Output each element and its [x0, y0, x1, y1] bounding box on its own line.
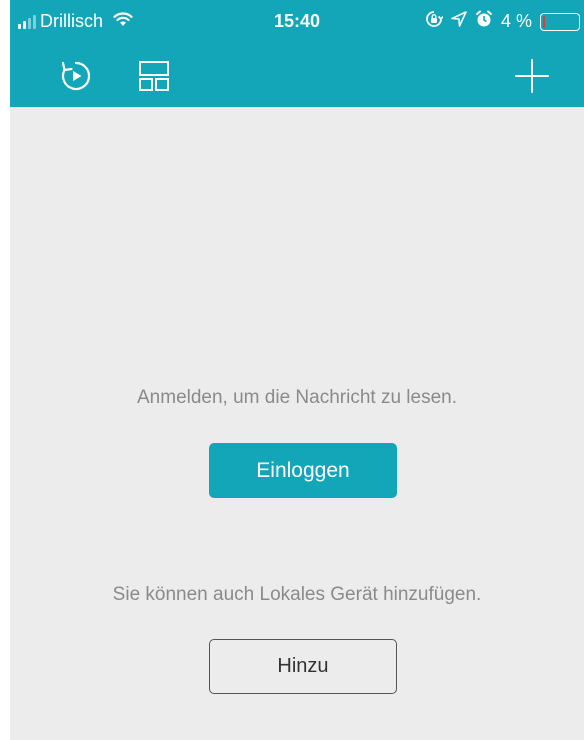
orientation-lock-icon: [425, 10, 444, 33]
status-bar: Drillisch 15:40 4 %: [10, 0, 584, 44]
battery-level: [543, 15, 545, 28]
app-screen: Drillisch 15:40 4 % Anmelden, um die Nac…: [10, 0, 584, 740]
toolbar: [10, 44, 584, 107]
battery-icon: [540, 12, 580, 31]
main-content: Anmelden, um die Nachricht zu lesen. Ein…: [10, 107, 584, 740]
alarm-icon: [475, 10, 493, 33]
add-icon[interactable]: [512, 56, 552, 96]
replay-icon[interactable]: [56, 56, 96, 96]
add-local-device-button[interactable]: Hinzu: [209, 639, 397, 694]
login-prompt: Anmelden, um die Nachricht zu lesen.: [137, 387, 457, 408]
status-right: 4 %: [425, 10, 580, 33]
layout-grid-icon[interactable]: [134, 56, 174, 96]
location-arrow-icon: [451, 11, 467, 32]
login-button[interactable]: Einloggen: [209, 443, 397, 498]
battery-percent: 4 %: [500, 11, 532, 31]
local-device-prompt: Sie können auch Lokales Gerät hinzufügen…: [112, 584, 482, 605]
